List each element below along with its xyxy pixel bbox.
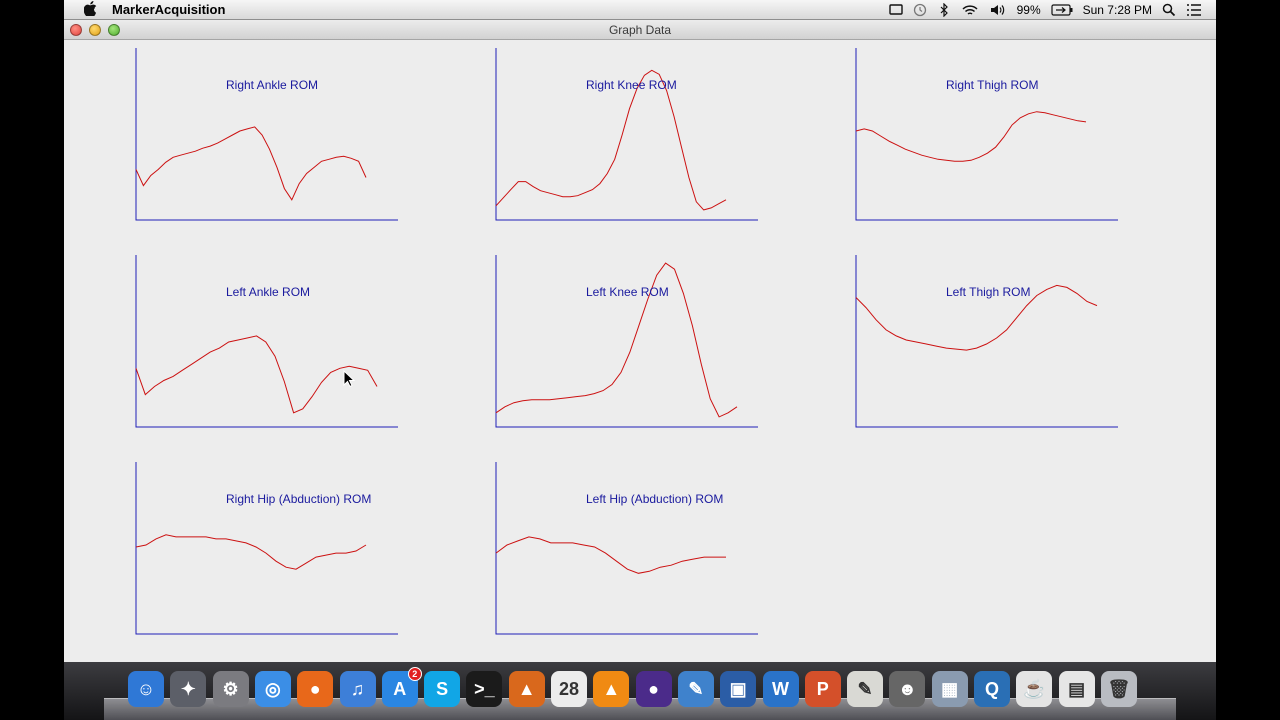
graph-axes: [135, 48, 398, 221]
terminal-icon[interactable]: >_: [466, 671, 503, 707]
menu-bar: MarkerAcquisition 99% Sun 7:28 PM: [64, 0, 1216, 20]
wifi-icon[interactable]: [961, 3, 979, 17]
preview-icon[interactable]: ▦: [931, 671, 968, 707]
launchpad-icon[interactable]: ✦: [170, 671, 207, 707]
graph-title: Right Ankle ROM: [226, 78, 318, 92]
graph-right-thigh-rom: Right Thigh ROM: [855, 48, 1118, 221]
graph-left-ankle-rom: Left Ankle ROM: [135, 255, 398, 428]
safari-icon[interactable]: ◎: [254, 671, 291, 707]
menu-extras: 99% Sun 7:28 PM: [888, 2, 1202, 17]
graph-axes: [855, 48, 1118, 221]
dock: ☺ ✦ ⚙ ◎ ● ♫ A 2 S >_ ▲ 28 ▲ ● ✎ ▣ W P ✎ ☻ ▦ Q ☕ ▤ 🗑: [64, 662, 1216, 720]
graph-axes: [495, 255, 758, 428]
graph-series-line: [135, 534, 367, 570]
matlab-icon[interactable]: ▲: [508, 671, 545, 707]
graph-right-ankle-rom: Right Ankle ROM: [135, 48, 398, 221]
graph-left-hip-abduction-rom: Left Hip (Abduction) ROM: [495, 462, 758, 635]
window-title-bar[interactable]: Graph Data: [64, 20, 1216, 40]
documents-stack-icon[interactable]: ▤: [1058, 671, 1095, 707]
apple-icon[interactable]: [80, 0, 100, 19]
quicktime-icon[interactable]: Q: [974, 671, 1010, 707]
screen-mirroring-icon[interactable]: [888, 3, 903, 16]
notification-badge: 2: [407, 667, 422, 681]
textedit-icon[interactable]: ✎: [847, 671, 884, 707]
powerpoint-icon[interactable]: P: [804, 671, 841, 707]
notification-center-icon[interactable]: [1186, 3, 1202, 17]
trash-icon[interactable]: 🗑: [1100, 671, 1137, 707]
graph-axes: [495, 462, 758, 635]
finder-icon[interactable]: ☺: [128, 671, 164, 707]
battery-icon[interactable]: [1051, 3, 1073, 16]
screen: MarkerAcquisition 99% Sun 7:28 PM Graph …: [0, 0, 1280, 720]
graph-series-line: [135, 126, 367, 201]
word-icon[interactable]: W: [762, 671, 799, 707]
skype-icon[interactable]: S: [424, 671, 461, 707]
graph-area: Right Ankle ROM Right Knee ROM Right Thigh…: [64, 40, 1216, 662]
automator-icon[interactable]: ☻: [889, 671, 926, 707]
graph-axes: [855, 255, 1118, 428]
graphs-canvas: Right Ankle ROM Right Knee ROM Right Thigh…: [135, 48, 1118, 635]
bluetooth-icon[interactable]: [937, 2, 951, 17]
graph-axes: [135, 462, 398, 635]
graph-title: Right Knee ROM: [586, 78, 677, 92]
graph-title: Right Hip (Abduction) ROM: [226, 492, 371, 506]
graph-axes: [495, 48, 758, 221]
time-machine-icon[interactable]: [913, 3, 927, 17]
spotlight-icon[interactable]: [1162, 3, 1176, 17]
graph-left-thigh-rom: Left Thigh ROM: [855, 255, 1118, 428]
graph-series-line: [135, 335, 378, 414]
graph-title: Left Hip (Abduction) ROM: [586, 492, 723, 506]
graph-title: Right Thigh ROM: [946, 78, 1038, 92]
xcode-icon[interactable]: ✎: [677, 671, 714, 707]
graph-title: Left Ankle ROM: [226, 285, 310, 299]
virtualbox-icon[interactable]: ▣: [720, 671, 757, 707]
menu-clock[interactable]: Sun 7:28 PM: [1083, 3, 1152, 17]
graph-left-knee-rom: Left Knee ROM: [495, 255, 758, 428]
volume-icon[interactable]: [989, 3, 1007, 17]
graph-right-hip-abduction-rom: Right Hip (Abduction) ROM: [135, 462, 398, 635]
eclipse-icon[interactable]: ●: [635, 671, 672, 707]
itunes-icon[interactable]: ♫: [339, 671, 376, 707]
graph-series-line: [495, 536, 726, 574]
coffee-cup-icon[interactable]: ☕: [1016, 671, 1053, 707]
graph-series-line: [855, 111, 1087, 162]
app-menu-name[interactable]: MarkerAcquisition: [112, 2, 225, 17]
graph-title: Left Knee ROM: [586, 285, 669, 299]
battery-percent: 99%: [1016, 2, 1041, 17]
calendar-icon[interactable]: 28: [551, 671, 587, 707]
graph-data-window: Graph Data Right Ankle ROM Right Knee ROM…: [64, 20, 1216, 662]
app-store-icon[interactable]: A2: [381, 667, 422, 707]
graph-right-knee-rom: Right Knee ROM: [495, 48, 758, 221]
system-preferences-icon[interactable]: ⚙: [212, 671, 249, 707]
window-title: Graph Data: [608, 23, 672, 37]
graph-title: Left Thigh ROM: [946, 285, 1030, 299]
mouse-pointer-icon: [343, 370, 355, 388]
firefox-icon[interactable]: ●: [297, 671, 334, 707]
vlc-icon[interactable]: ▲: [593, 671, 630, 707]
graph-axes: [135, 255, 398, 428]
